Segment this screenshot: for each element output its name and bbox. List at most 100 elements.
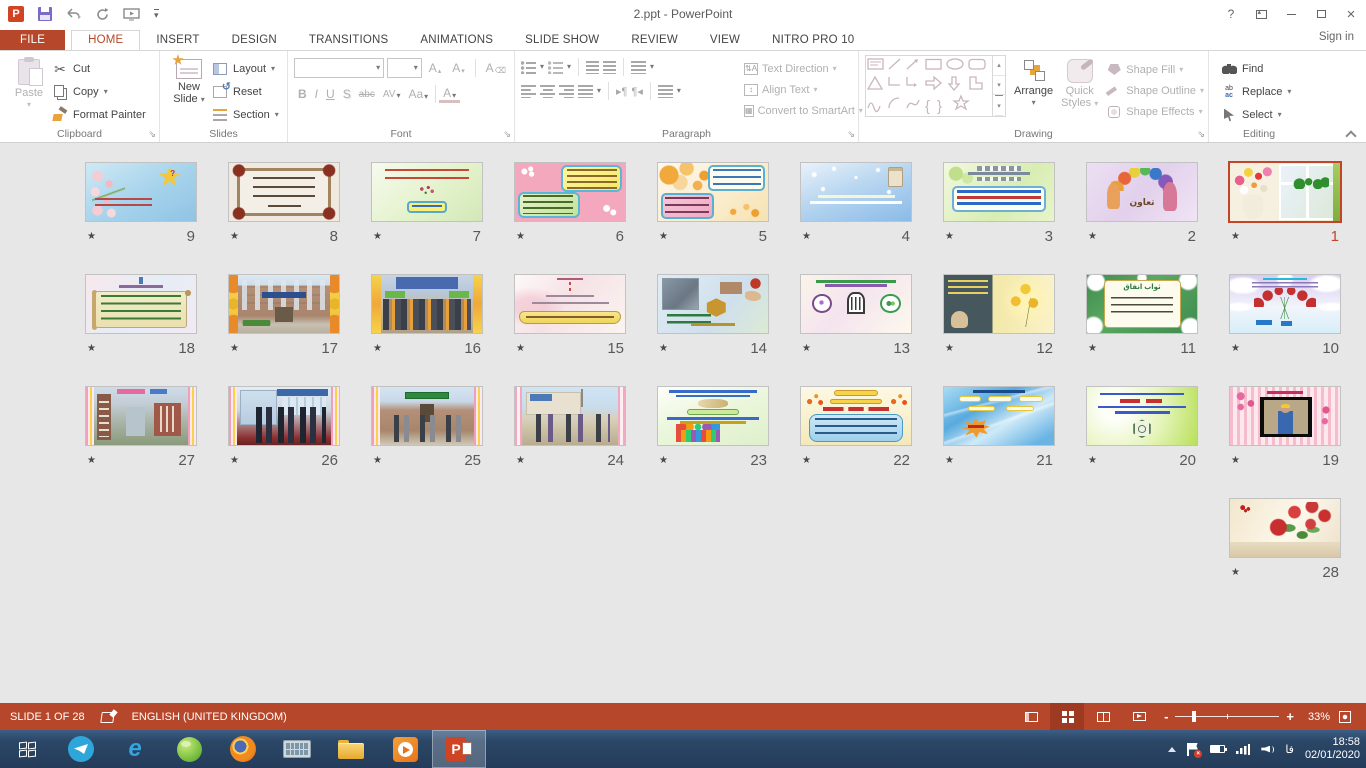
paragraph-dialog-launcher[interactable]: ⇘ (847, 129, 855, 140)
layout-button[interactable]: Layout▾ (212, 60, 279, 78)
decrease-font-size-button[interactable]: A▾ (448, 61, 469, 75)
font-color-button[interactable]: A▾ (439, 86, 460, 103)
transition-star-icon[interactable]: ★ (1088, 343, 1097, 354)
transition-star-icon[interactable]: ★ (373, 455, 382, 466)
tab-animations[interactable]: ANIMATIONS (404, 31, 509, 50)
transition-star-icon[interactable]: ★ (945, 343, 954, 354)
slide-thumbnail-6[interactable]: ★6 (515, 163, 625, 245)
transition-star-icon[interactable]: ★ (1231, 343, 1240, 354)
transition-star-icon[interactable]: ★ (1088, 231, 1097, 242)
slide-thumbnail-15[interactable]: ★15 (515, 275, 625, 357)
transition-star-icon[interactable]: ★ (659, 231, 668, 242)
tab-home[interactable]: HOME (71, 30, 140, 50)
ltr-direction-button[interactable]: ▸¶ (616, 85, 627, 98)
zoom-out-button[interactable]: - (1164, 709, 1168, 724)
transition-star-icon[interactable]: ★ (1231, 231, 1240, 242)
taskbar-media-player[interactable] (378, 730, 432, 768)
character-spacing-button[interactable]: AV▾ (379, 89, 405, 100)
customize-qat-icon[interactable]: ▾ (154, 9, 159, 19)
slide-thumbnail-24[interactable]: ★24 (515, 387, 625, 469)
zoom-slider[interactable] (1175, 716, 1279, 717)
slide-thumbnail-4[interactable]: ★4 (801, 163, 911, 245)
slide-thumbnail-19[interactable]: ★19 (1230, 387, 1340, 469)
justify-button[interactable] (578, 85, 593, 98)
transition-star-icon[interactable]: ★ (945, 231, 954, 242)
find-button[interactable]: Find (1221, 60, 1291, 78)
transition-star-icon[interactable]: ★ (659, 343, 668, 354)
transition-star-icon[interactable]: ★ (802, 455, 811, 466)
ribbon-display-options-button[interactable] (1246, 3, 1276, 25)
arrange-button[interactable]: Arrange▾ (1014, 55, 1053, 127)
slide-thumbnail-7[interactable]: ★7 (372, 163, 482, 245)
convert-to-smartart-button[interactable]: ▦Convert to SmartArt▾ (744, 102, 854, 119)
text-shadow-button[interactable]: S (339, 87, 355, 101)
slide-thumbnail-16[interactable]: ★16 (372, 275, 482, 357)
minimize-button[interactable] (1276, 3, 1306, 25)
tab-nitro-pro-10[interactable]: NITRO PRO 10 (756, 31, 870, 50)
language-indicator[interactable]: ENGLISH (UNITED KINGDOM) (132, 711, 287, 723)
transition-star-icon[interactable]: ★ (945, 455, 954, 466)
slide-thumbnail-25[interactable]: ★25 (372, 387, 482, 469)
shape-effects-button[interactable]: Shape Effects▾ (1106, 103, 1204, 120)
slide-thumbnail-5[interactable]: ★5 (658, 163, 768, 245)
slide-thumbnail-26[interactable]: ★26 (229, 387, 339, 469)
font-dialog-launcher[interactable]: ⇘ (503, 129, 511, 140)
tab-slide-show[interactable]: SLIDE SHOW (509, 31, 615, 50)
slide-thumbnail-18[interactable]: ★18 (86, 275, 196, 357)
clipboard-dialog-launcher[interactable]: ⇘ (148, 129, 156, 140)
transition-star-icon[interactable]: ★ (230, 455, 239, 466)
slide-thumbnail-22[interactable]: ★22 (801, 387, 911, 469)
paste-button[interactable]: Paste▾ (6, 55, 52, 127)
taskbar-green-app[interactable] (162, 730, 216, 768)
slide-thumbnail-1[interactable]: ★1 (1230, 163, 1340, 245)
slide-thumbnail-12[interactable]: ★12 (944, 275, 1054, 357)
change-case-button[interactable]: Aa▾ (404, 87, 432, 101)
slide-thumbnail-23[interactable]: ★23 (658, 387, 768, 469)
font-name-combo[interactable]: ▾ (294, 58, 384, 78)
slide-thumbnail-28[interactable]: ★28 (1230, 499, 1340, 581)
slide-sorter-view-button[interactable] (1050, 703, 1084, 730)
reading-view-button[interactable] (1086, 703, 1120, 730)
slide-thumbnail-14[interactable]: ★14 (658, 275, 768, 357)
line-spacing-button[interactable] (631, 61, 646, 74)
slide-thumbnail-11[interactable]: ثواب انفاق★11 (1087, 275, 1197, 357)
strikethrough-button[interactable]: abc (355, 89, 379, 100)
transition-star-icon[interactable]: ★ (87, 455, 96, 466)
drawing-dialog-launcher[interactable]: ⇘ (1197, 129, 1205, 140)
hidden-icons-button[interactable] (1168, 747, 1176, 752)
action-center-icon[interactable]: × (1187, 743, 1199, 756)
tab-review[interactable]: REVIEW (615, 31, 694, 50)
bullets-button[interactable] (521, 61, 536, 74)
transition-star-icon[interactable]: ★ (87, 231, 96, 242)
replace-button[interactable]: abacReplace▾ (1221, 83, 1291, 101)
close-button[interactable]: × (1336, 3, 1366, 25)
transition-star-icon[interactable]: ★ (373, 343, 382, 354)
shapes-gallery[interactable]: { } ▴▾▾ (865, 55, 1006, 117)
reset-button[interactable]: Reset (212, 83, 279, 101)
quick-styles-button[interactable]: QuickStyles ▾ (1061, 55, 1098, 127)
transition-star-icon[interactable]: ★ (516, 343, 525, 354)
transition-star-icon[interactable]: ★ (1231, 567, 1240, 578)
format-painter-button[interactable]: Format Painter (52, 106, 146, 124)
transition-star-icon[interactable]: ★ (230, 343, 239, 354)
volume-icon[interactable] (1261, 744, 1274, 755)
transition-star-icon[interactable]: ★ (1231, 455, 1240, 466)
shape-fill-button[interactable]: Shape Fill▾ (1106, 61, 1204, 78)
shape-outline-button[interactable]: Shape Outline▾ (1106, 82, 1204, 99)
slide-thumbnail-9[interactable]: ?★9 (86, 163, 196, 245)
start-from-beginning-icon[interactable] (123, 8, 140, 21)
cut-button[interactable]: ✂Cut (52, 60, 146, 78)
tab-file[interactable]: FILE (0, 30, 65, 50)
decrease-indent-button[interactable] (586, 61, 599, 74)
fit-to-window-button[interactable] (1332, 703, 1358, 730)
slide-thumbnail-20[interactable]: ★20 (1087, 387, 1197, 469)
tab-insert[interactable]: INSERT (140, 31, 215, 50)
slide-thumbnail-13[interactable]: ★13 (801, 275, 911, 357)
section-button[interactable]: Section▾ (212, 106, 279, 124)
shapes-gallery-scrollbar[interactable]: ▴▾▾ (992, 56, 1005, 116)
align-right-button[interactable] (559, 85, 574, 98)
tab-view[interactable]: VIEW (694, 31, 756, 50)
columns-button[interactable] (658, 85, 673, 98)
slide-sorter-view[interactable]: ?★9★8★7★6★5★4★3تعاون★2★1★18★17★16★15★14★… (0, 143, 1366, 703)
taskbar-keyboard[interactable] (270, 730, 324, 768)
